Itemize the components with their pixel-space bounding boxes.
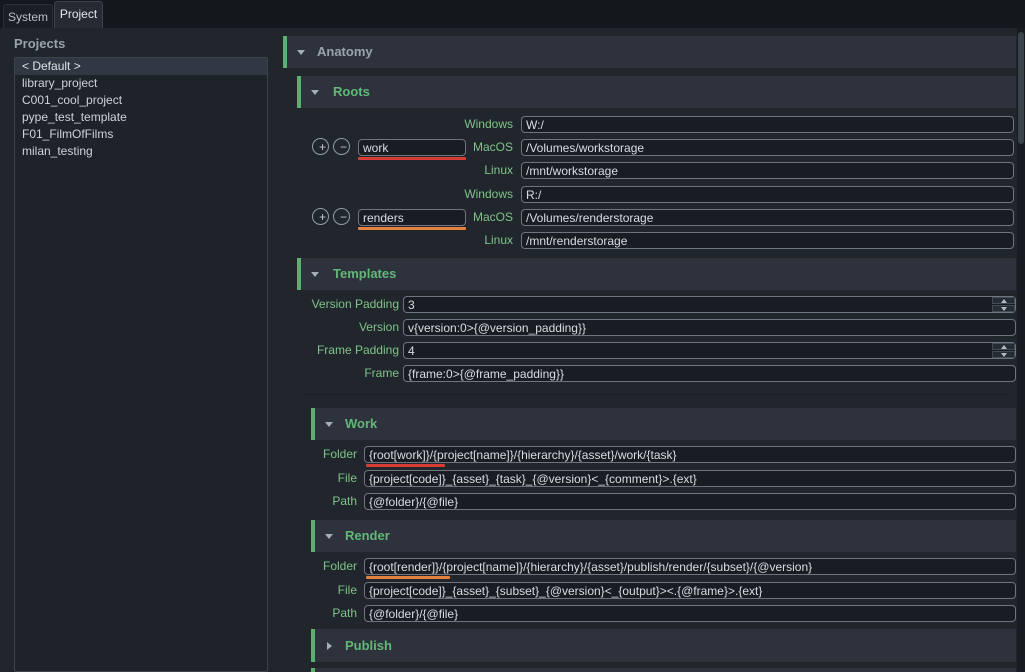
collapse-arrow-icon [311,272,319,277]
platform-label-linux: Linux [423,162,513,179]
render-folder-input[interactable] [364,558,1016,575]
modified-underline [358,227,466,230]
spinner-up-button[interactable] [992,297,1015,304]
add-root-button[interactable]: + [312,138,329,155]
work-folder-input[interactable] [364,446,1016,463]
project-item-c001-cool-project[interactable]: C001_cool_project [15,92,267,109]
work-path-input[interactable] [364,493,1016,510]
root-work-linux-input[interactable] [521,162,1014,179]
spinner-up-button[interactable] [992,343,1015,350]
version-padding-label: Version Padding [293,296,399,313]
tab-system[interactable]: System [3,4,53,28]
add-root-button[interactable]: + [312,208,329,225]
section-anatomy-header[interactable]: Anatomy [283,36,1016,68]
modified-underline [366,464,445,467]
work-path-label: Path [303,493,357,510]
project-item-default[interactable]: < Default > [15,58,267,75]
section-render-title: Render [345,528,390,543]
work-folder-label: Folder [303,446,357,463]
triangle-up-icon [1001,299,1007,303]
spinner-down-button[interactable] [992,351,1015,358]
section-anatomy-title: Anatomy [317,44,373,59]
work-file-input[interactable] [364,470,1016,487]
remove-root-button[interactable]: − [333,208,350,225]
render-path-label: Path [303,605,357,622]
section-templates-header[interactable]: Templates [297,258,1016,290]
cutoff-section-header[interactable] [311,668,1016,672]
root-renders-macos-input[interactable] [521,209,1014,226]
render-path-input[interactable] [364,605,1016,622]
root-work-macos-input[interactable] [521,139,1014,156]
projects-title: Projects [14,36,65,51]
project-item-f01-filmoffilms[interactable]: F01_FilmOfFilms [15,126,267,143]
tab-bar: System Project [0,0,1025,28]
section-render-header[interactable]: Render [311,520,1016,552]
project-item-pype-test-template[interactable]: pype_test_template [15,109,267,126]
tab-project[interactable]: Project [54,1,103,28]
render-file-input[interactable] [364,582,1016,599]
remove-root-button[interactable]: − [333,138,350,155]
expand-arrow-icon [327,642,332,650]
section-roots-header[interactable]: Roots [297,76,1016,108]
triangle-down-icon [1001,307,1007,311]
project-item-library-project[interactable]: library_project [15,75,267,92]
collapse-arrow-icon [325,422,333,427]
platform-label-windows: Windows [423,116,513,133]
render-folder-label: Folder [303,558,357,575]
platform-label-linux: Linux [423,232,513,249]
scrollbar-thumb[interactable] [1018,32,1024,144]
root-renders-linux-input[interactable] [521,232,1014,249]
anatomy-panel: Anatomy Roots Windows + − MacOS Linux Wi… [283,28,1017,672]
frame-padding-input[interactable] [403,342,1016,359]
frame-template-input[interactable] [403,365,1016,382]
vertical-scrollbar[interactable] [1017,28,1025,672]
work-file-label: File [303,470,357,487]
section-publish-title: Publish [345,638,392,653]
platform-label-windows: Windows [423,186,513,203]
section-publish-header[interactable]: Publish [311,629,1016,662]
triangle-down-icon [1001,353,1007,357]
projects-list: < Default > library_project C001_cool_pr… [14,57,268,672]
section-work-header[interactable]: Work [311,408,1016,440]
collapse-arrow-icon [297,50,305,55]
section-work-title: Work [345,416,377,431]
collapse-arrow-icon [311,90,319,95]
platform-label-macos: MacOS [423,209,513,226]
triangle-up-icon [1001,345,1007,349]
project-item-milan-testing[interactable]: milan_testing [15,143,267,160]
spinner-down-button[interactable] [992,305,1015,312]
render-file-label: File [303,582,357,599]
root-renders-windows-input[interactable] [521,186,1014,203]
root-work-windows-input[interactable] [521,116,1014,133]
version-template-input[interactable] [403,319,1016,336]
collapse-arrow-icon [325,534,333,539]
platform-label-macos: MacOS [423,139,513,156]
section-divider [302,394,1010,395]
frame-label: Frame [293,365,399,382]
modified-underline [358,157,466,160]
section-roots-title: Roots [333,84,370,99]
modified-underline [366,576,450,579]
version-label: Version [293,319,399,336]
version-padding-input[interactable] [403,296,1016,313]
frame-padding-label: Frame Padding [293,342,399,359]
section-templates-title: Templates [333,266,396,281]
